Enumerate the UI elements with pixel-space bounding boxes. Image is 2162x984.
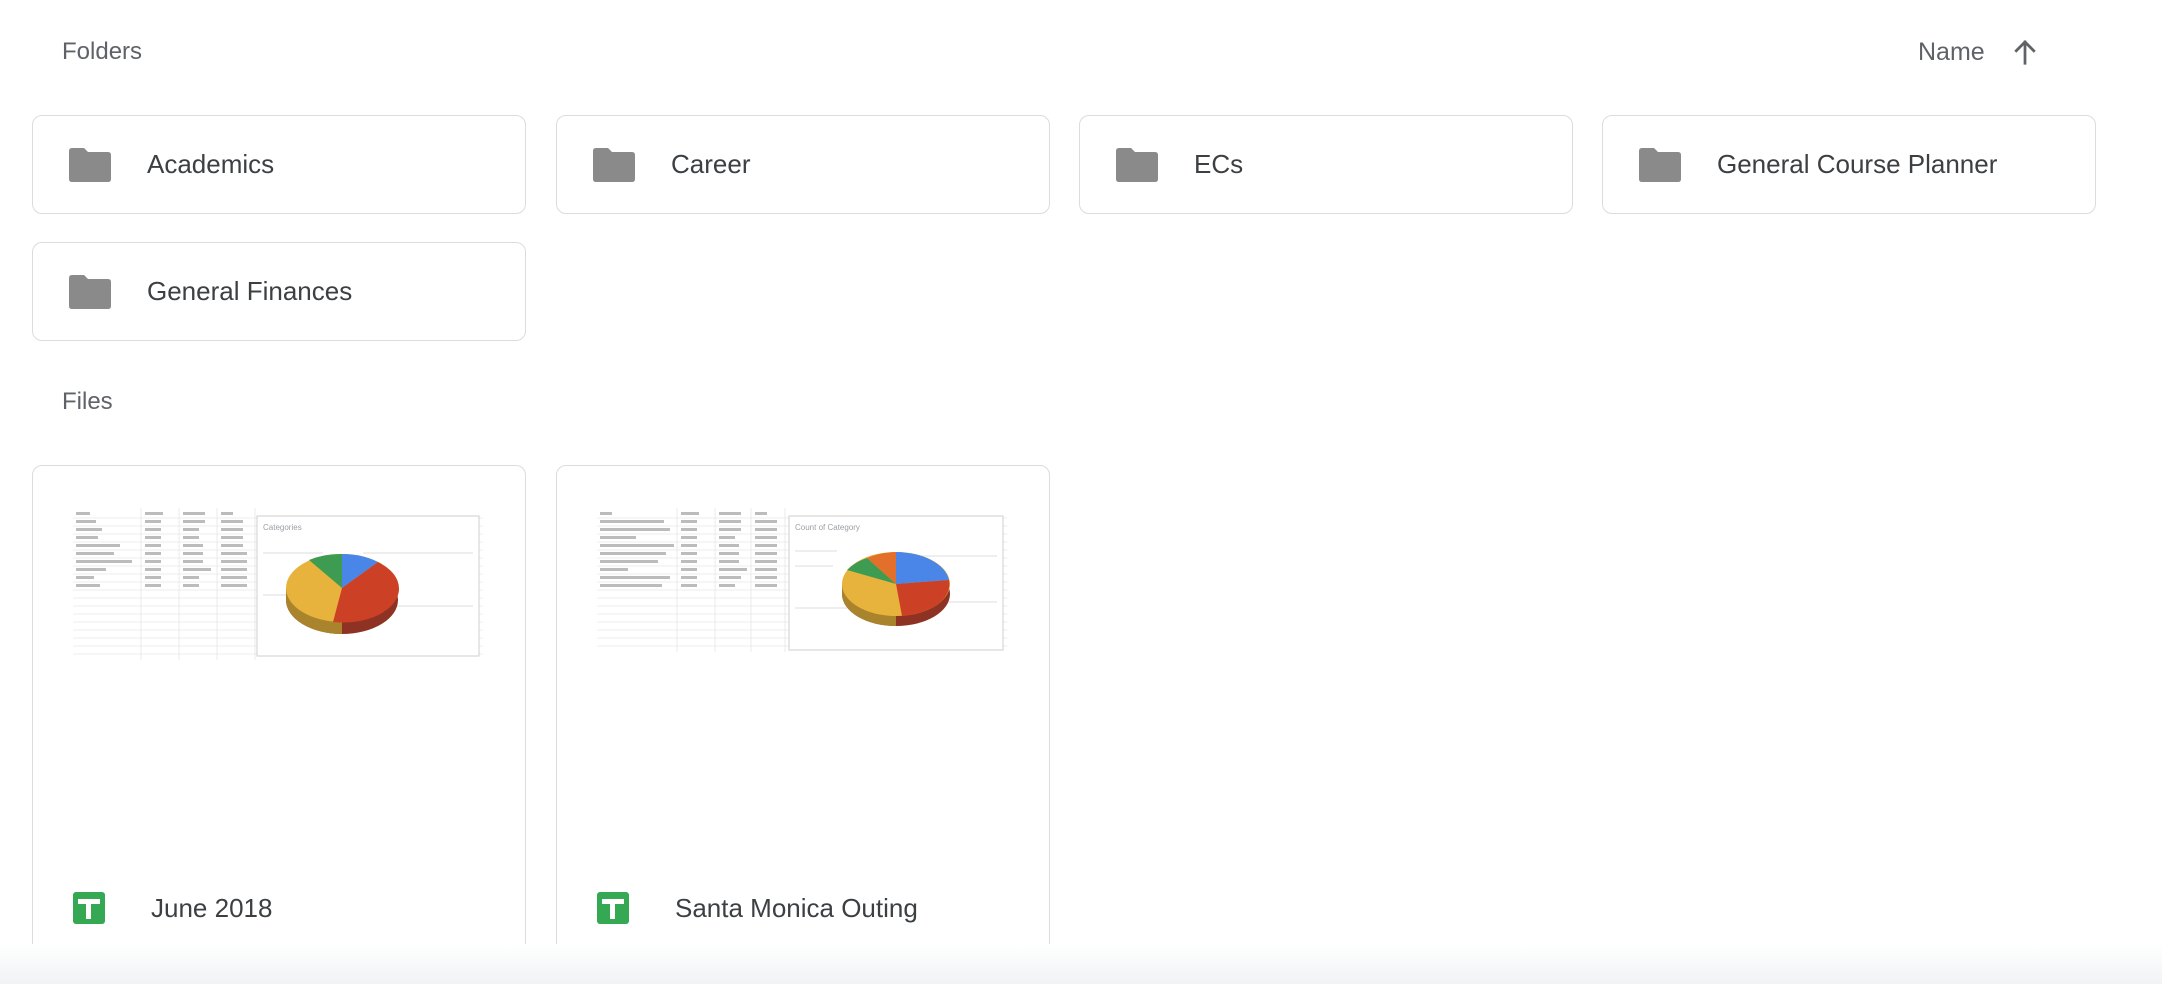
folder-name: General Finances	[147, 276, 353, 306]
arrow-up-icon[interactable]	[2003, 30, 2047, 74]
thumbnail-chart-title: Categories	[263, 523, 302, 532]
folder-icon	[69, 274, 111, 309]
folder-name: ECs	[1194, 149, 1244, 179]
folder-career[interactable]: Career	[556, 115, 1050, 214]
folder-name: Academics	[147, 149, 275, 179]
files-section-title: Files	[62, 388, 113, 415]
folder-general-finances[interactable]: General Finances	[32, 242, 526, 341]
file-footer: Santa Monica Outing	[557, 858, 1049, 958]
file-footer: June 2018	[33, 858, 525, 958]
file-name: Santa Monica Outing	[675, 892, 918, 923]
folder-general-course-planner[interactable]: General Course Planner	[1602, 115, 2096, 214]
folder-academics[interactable]: Academics	[32, 115, 526, 214]
file-card-june-2018[interactable]: Categories June 2018	[32, 465, 526, 959]
bottom-shade	[0, 944, 2162, 984]
file-name: June 2018	[151, 892, 273, 923]
google-sheets-icon	[73, 892, 105, 924]
folder-ecs[interactable]: ECs	[1079, 115, 1573, 214]
google-sheets-icon	[597, 892, 629, 924]
folder-name: Career	[671, 149, 751, 179]
folder-icon	[69, 147, 111, 182]
folders-section-title: Folders	[62, 38, 143, 65]
folder-icon	[1639, 147, 1681, 182]
spreadsheet-thumbnail: Count of Category	[597, 508, 1007, 660]
folder-icon	[593, 147, 635, 182]
file-card-santa-monica-outing[interactable]: Count of Category Santa Monica Outing	[556, 465, 1050, 959]
spreadsheet-thumbnail: Categories	[73, 508, 483, 660]
thumbnail-chart-title: Count of Category	[795, 523, 860, 532]
sort-by-name-button[interactable]: Name	[1900, 38, 2003, 67]
folder-name: General Course Planner	[1717, 149, 1998, 179]
sort-control: Name	[1900, 30, 2047, 74]
folder-icon	[1116, 147, 1158, 182]
